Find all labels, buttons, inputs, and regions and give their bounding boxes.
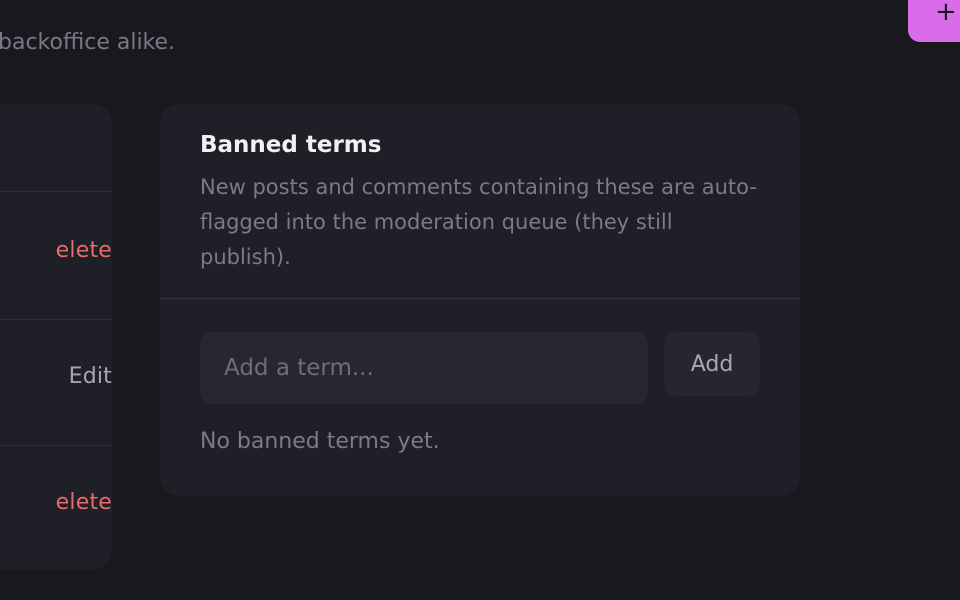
card-title: Banned terms	[200, 132, 382, 158]
delete-action-link[interactable]: elete	[56, 238, 112, 263]
row-divider	[0, 445, 112, 446]
add-fab-button[interactable]: +	[908, 0, 960, 42]
card-divider	[160, 298, 800, 299]
card-description: New posts and comments containing these …	[200, 175, 757, 269]
plus-icon: +	[935, 0, 957, 27]
row-divider	[0, 191, 112, 192]
add-term-input[interactable]	[200, 332, 648, 404]
row-divider	[0, 319, 112, 320]
page-subtitle: backoffice alike.	[0, 30, 176, 55]
empty-state-text: No banned terms yet.	[200, 429, 440, 454]
page: backoffice alike. + elete Edit elete Ban…	[0, 0, 960, 600]
add-term-button[interactable]: Add	[664, 332, 760, 396]
left-panel-card: elete Edit elete	[0, 104, 112, 570]
delete-action-link[interactable]: elete	[56, 490, 112, 515]
banned-terms-card: Banned terms New posts and comments cont…	[160, 104, 800, 496]
edit-action-link[interactable]: Edit	[69, 364, 112, 389]
